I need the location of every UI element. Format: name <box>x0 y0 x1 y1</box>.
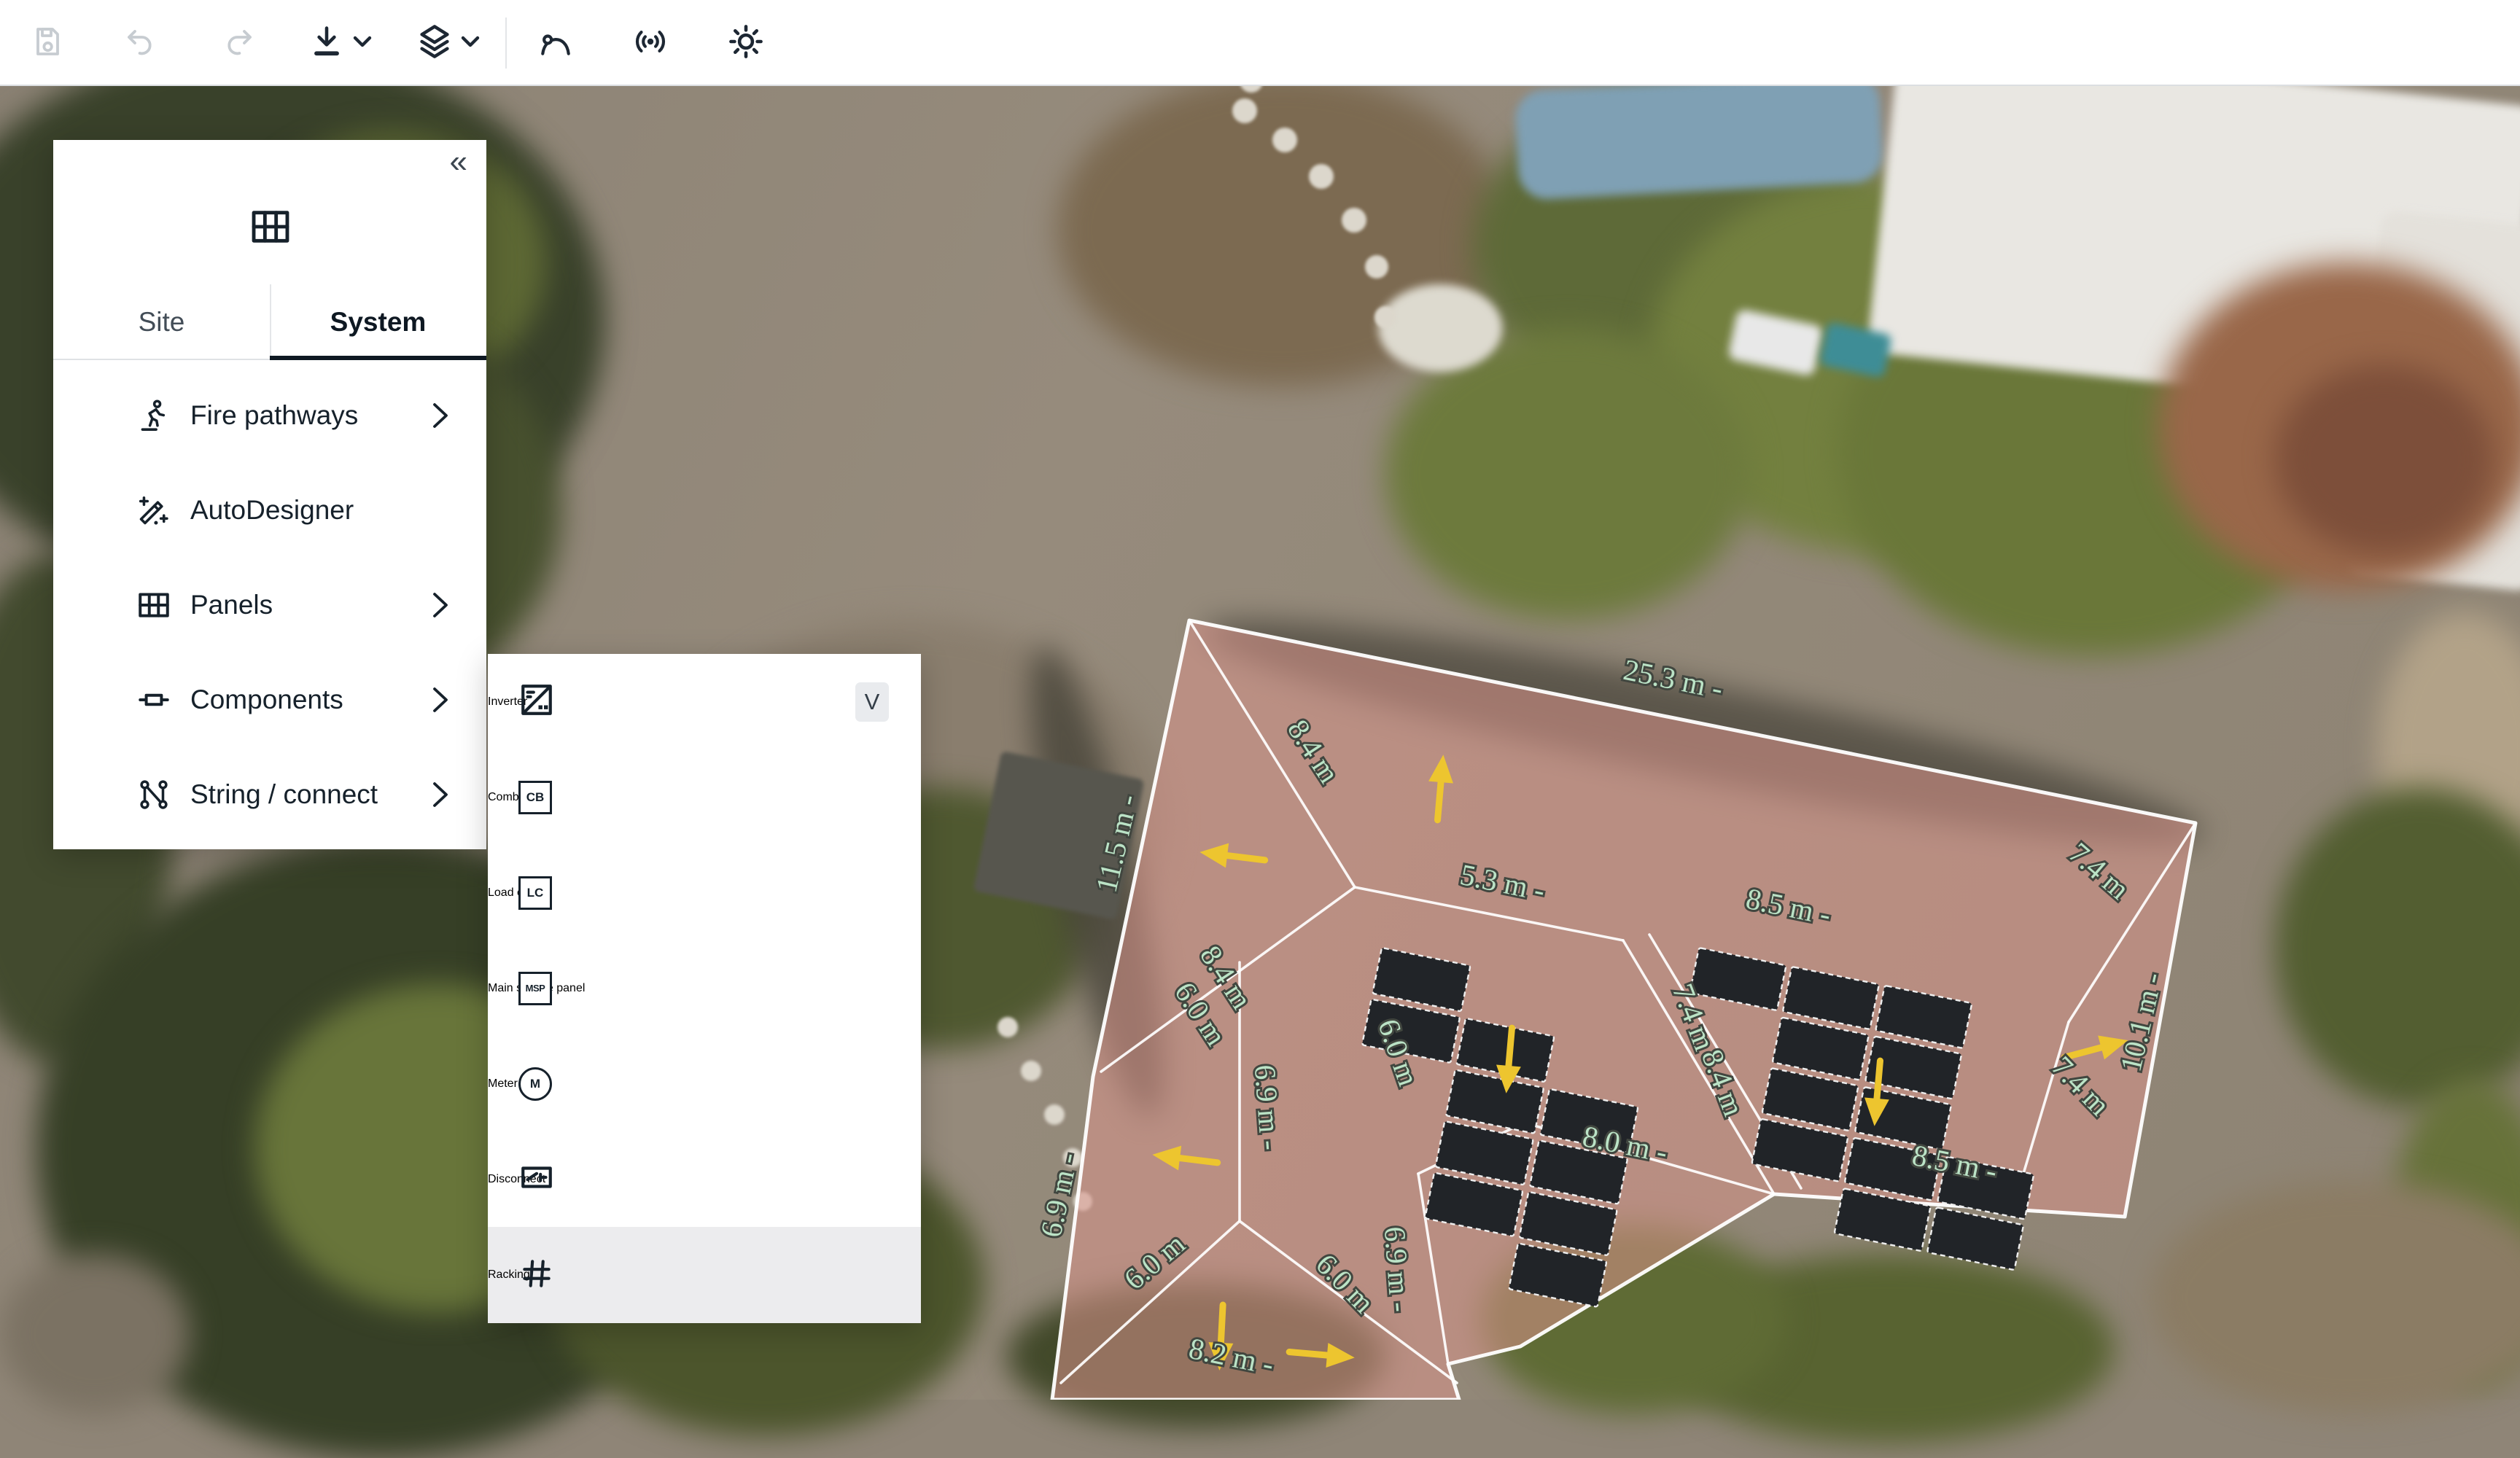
chevron-right-icon <box>432 402 448 429</box>
roof-outline <box>1052 620 2196 1400</box>
sidebar-item-components[interactable]: Components <box>53 652 486 747</box>
arc-tool-button[interactable] <box>529 17 582 69</box>
sun-button[interactable] <box>720 17 772 69</box>
chevron-right-icon <box>432 781 448 808</box>
sidebar-item-string-connect[interactable]: String / connect <box>53 747 486 842</box>
components-icon <box>136 682 172 718</box>
save-button[interactable] <box>22 17 74 69</box>
tab-divider <box>270 284 271 360</box>
combiner-icon: CB <box>518 781 552 814</box>
sidebar-item-panels[interactable]: Panels <box>53 558 486 652</box>
arc-tool-icon <box>537 23 574 63</box>
components-submenu: Inverter V CB Combiner LC Load center MS… <box>488 654 921 1323</box>
measurement-label: 25.3 m - <box>1621 652 1726 706</box>
download-button[interactable] <box>308 17 372 69</box>
load-center-icon: LC <box>518 876 552 910</box>
chevron-right-icon <box>432 592 448 618</box>
measurement-label: 6.9 m - <box>1248 1064 1288 1151</box>
autodesigner-icon <box>136 492 172 529</box>
signal-icon <box>632 23 669 63</box>
submenu-item-disconnect[interactable]: Disconnect <box>488 1131 921 1227</box>
submenu-item-main-service-panel[interactable]: MSP Main service panel <box>488 940 921 1036</box>
inverter-icon <box>518 682 555 722</box>
active-tab-underline <box>270 356 486 360</box>
fire-pathways-icon <box>136 397 172 434</box>
collapse-panel-button[interactable]: « <box>450 146 467 178</box>
save-icon <box>31 24 66 63</box>
sidebar-item-label: Fire pathways <box>190 400 358 431</box>
measurement-label: 6.9 m - <box>1378 1225 1418 1313</box>
download-icon <box>308 23 346 64</box>
undo-button[interactable] <box>113 17 166 69</box>
sidebar-item-label: String / connect <box>190 779 378 810</box>
sidebar-item-label: Components <box>190 685 343 715</box>
submenu-item-racking[interactable]: Racking <box>488 1227 921 1323</box>
sun-icon <box>727 23 765 64</box>
shortcut-key-badge: V <box>855 682 889 722</box>
signal-button[interactable] <box>624 17 677 69</box>
toolbar-divider <box>505 17 507 69</box>
submenu-item-combiner[interactable]: CB Combiner <box>488 749 921 845</box>
chevron-right-icon <box>432 687 448 713</box>
design-sidebar: « Site System Fire pathways <box>53 140 486 849</box>
panels-icon <box>136 587 172 623</box>
tab-site[interactable]: Site <box>53 284 270 360</box>
chevron-down-icon <box>353 36 372 51</box>
redo-icon <box>222 24 257 63</box>
sidebar-item-label: Panels <box>190 590 273 620</box>
tab-system[interactable]: System <box>270 284 486 360</box>
disconnect-icon <box>518 1159 555 1199</box>
undo-icon <box>122 24 157 63</box>
string-connect-icon <box>136 776 172 813</box>
submenu-item-load-center[interactable]: LC Load center <box>488 845 921 940</box>
redo-button[interactable] <box>214 17 266 69</box>
meter-icon: M <box>518 1067 552 1101</box>
submenu-item-label: Meter <box>488 1077 518 1091</box>
sidebar-item-label: AutoDesigner <box>190 495 354 526</box>
layers-icon <box>416 23 454 64</box>
top-toolbar <box>0 0 2520 86</box>
submenu-item-meter[interactable]: M Meter <box>488 1036 921 1131</box>
layers-button[interactable] <box>416 17 480 69</box>
msp-icon: MSP <box>518 972 552 1005</box>
sidebar-item-fire-pathways[interactable]: Fire pathways <box>53 368 486 463</box>
racking-icon <box>518 1255 555 1295</box>
chevron-down-icon <box>461 36 480 51</box>
submenu-item-inverter[interactable]: Inverter V <box>488 654 921 749</box>
grid-icon <box>249 206 292 252</box>
sidebar-item-autodesigner[interactable]: AutoDesigner <box>53 463 486 558</box>
